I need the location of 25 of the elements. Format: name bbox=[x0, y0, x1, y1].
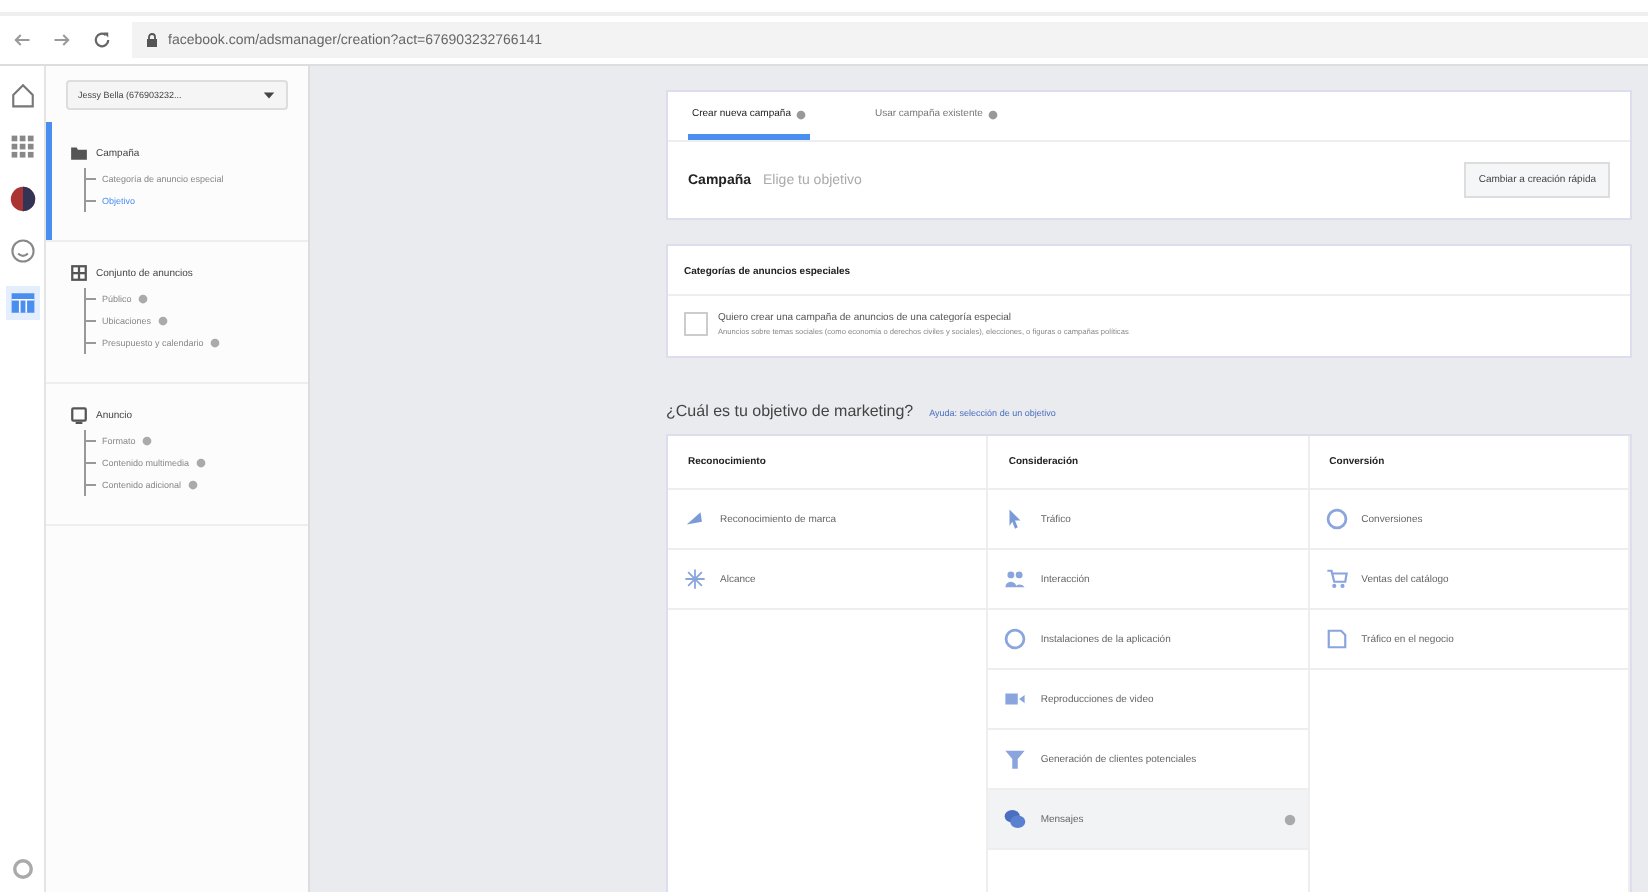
video-camera-icon bbox=[1004, 688, 1027, 710]
cart-icon bbox=[1325, 568, 1348, 590]
back-icon[interactable] bbox=[12, 30, 32, 50]
grid-icon bbox=[70, 264, 88, 282]
info-icon bbox=[988, 109, 999, 119]
question-heading: ¿Cuál es tu objetivo de marketing? bbox=[666, 402, 914, 420]
burst-icon bbox=[684, 568, 706, 590]
info-icon bbox=[796, 109, 807, 119]
funnel-icon bbox=[1004, 748, 1027, 770]
smiley-icon[interactable] bbox=[9, 238, 35, 264]
caret-icon bbox=[262, 88, 276, 102]
home-icon[interactable] bbox=[9, 82, 35, 108]
folder-icon bbox=[70, 144, 88, 162]
info-icon bbox=[1283, 813, 1296, 825]
ad-preview-icon bbox=[70, 406, 88, 424]
settings-icon[interactable] bbox=[11, 858, 33, 880]
reload-icon[interactable] bbox=[92, 30, 112, 50]
lock-icon bbox=[144, 32, 160, 48]
table-icon[interactable] bbox=[9, 290, 35, 316]
apps-icon[interactable] bbox=[9, 134, 35, 160]
chat-bubbles-icon bbox=[1004, 808, 1027, 830]
people-icon bbox=[1004, 568, 1027, 590]
avatar-icon[interactable] bbox=[9, 186, 35, 212]
forward-icon[interactable] bbox=[52, 30, 72, 50]
checkbox[interactable] bbox=[684, 312, 708, 336]
